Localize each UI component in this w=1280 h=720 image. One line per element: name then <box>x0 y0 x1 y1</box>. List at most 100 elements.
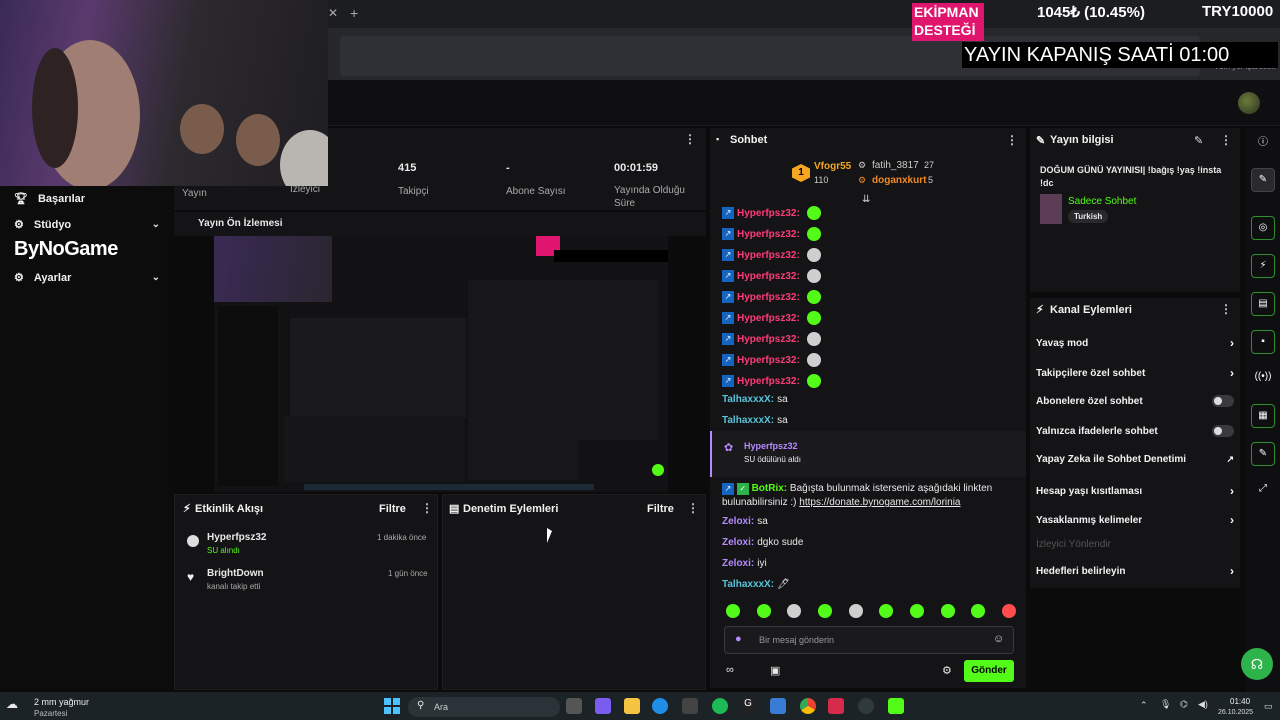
action-account-age[interactable]: Hesap yaşı kısıtlaması › <box>1036 484 1234 498</box>
more-icon[interactable]: ⋮ <box>1220 302 1232 316</box>
network-icon[interactable]: ⌬ <box>1180 699 1188 710</box>
action-subscribers-only[interactable]: Abonelere özel sohbet <box>1036 395 1234 407</box>
microphone-icon[interactable]: ● <box>735 633 742 645</box>
discord-icon[interactable] <box>595 698 611 714</box>
file-explorer-icon[interactable] <box>624 698 640 714</box>
support-icon[interactable]: ☊ <box>1241 648 1273 680</box>
moderation-filter-button[interactable]: Filtre <box>647 503 674 515</box>
stream-preview[interactable] <box>214 236 668 492</box>
chat-username[interactable]: Hyperfpsz32: <box>737 208 800 219</box>
avatar[interactable] <box>1238 92 1260 114</box>
chevron-right-icon: › <box>1230 366 1234 380</box>
points-icon[interactable]: ∞ <box>726 664 734 676</box>
store-icon[interactable]: ▣ <box>770 664 780 677</box>
activity-filter-button[interactable]: Filtre <box>379 503 406 515</box>
more-icon[interactable]: ⋮ <box>421 501 433 515</box>
more-icon[interactable]: ⋮ <box>1220 133 1232 147</box>
action-ai-moderation[interactable]: Yapay Zeka ile Sohbet Denetimi ↗ <box>1036 454 1234 465</box>
chat-username[interactable]: Zeloxi: <box>722 537 754 548</box>
spotify-icon[interactable] <box>712 698 728 714</box>
emote-icon[interactable] <box>1001 604 1016 618</box>
info-icon[interactable]: ⓘ <box>1251 132 1275 156</box>
chat-input[interactable]: ● Bir mesaj gönderin ☺ <box>724 626 1014 654</box>
chat-icon[interactable]: ▪ <box>1251 330 1275 354</box>
top-supporter-name[interactable]: Vfogr55 <box>814 161 851 172</box>
chat-username[interactable]: TalhaxxxX: <box>722 415 774 426</box>
send-button[interactable]: Gönder <box>964 660 1014 682</box>
app-icon[interactable]: G <box>740 698 756 714</box>
document-icon[interactable]: ▤ <box>1251 292 1275 316</box>
new-tab-icon[interactable]: + <box>350 5 358 21</box>
sidebar-item-achievements[interactable]: 🏆︎ Başarılar <box>14 192 160 206</box>
chat-username[interactable]: Hyperfpsz32: <box>737 376 800 387</box>
app-icon[interactable] <box>858 698 874 714</box>
kick-badge-icon: ↗ <box>722 270 734 282</box>
emotes-only-toggle[interactable] <box>1212 425 1234 437</box>
gear-icon[interactable]: ⚙︎ <box>942 664 952 677</box>
action-banned-words[interactable]: Yasaklanmış kelimeler › <box>1036 513 1234 527</box>
emote-icon[interactable] <box>756 604 771 618</box>
emote-icon[interactable] <box>971 604 986 618</box>
expand-icon[interactable]: ⤢ <box>1251 478 1275 502</box>
tab-close-icon[interactable]: ✕ <box>328 6 338 20</box>
emote-icon[interactable] <box>726 604 740 618</box>
edit-icon[interactable]: ✎ <box>1194 134 1203 147</box>
emote-icon[interactable] <box>848 604 863 618</box>
volume-icon[interactable]: ◀) <box>1198 699 1208 710</box>
chat-username[interactable]: Zeloxi: <box>722 516 754 527</box>
task-view-icon[interactable] <box>566 698 582 714</box>
chat-username[interactable]: Hyperfpsz32: <box>737 292 800 303</box>
clock-time[interactable]: 01:40 <box>1230 697 1250 706</box>
action-followers-only[interactable]: Takipçilere özel sohbet › <box>1036 366 1234 380</box>
reward-user[interactable]: Hyperfpsz32 <box>744 441 798 451</box>
chevron-up-icon[interactable]: ⌃ <box>1140 700 1148 711</box>
wrench-icon[interactable]: ✎ <box>1251 442 1275 466</box>
chat-username[interactable]: Hyperfpsz32: <box>737 334 800 345</box>
chat-username[interactable]: Hyperfpsz32: <box>737 250 800 261</box>
emote-icon[interactable] <box>817 604 832 618</box>
top-supporter-name[interactable]: doganxkurt <box>872 175 926 186</box>
store-icon[interactable] <box>682 698 698 714</box>
stream-category[interactable]: Sadece Sohbet <box>1068 196 1136 207</box>
subscribers-only-toggle[interactable] <box>1212 395 1234 407</box>
notification-icon[interactable]: ▭ <box>1264 701 1273 712</box>
app-icon[interactable] <box>828 698 844 714</box>
more-icon[interactable]: ⋮ <box>687 501 699 515</box>
donate-link[interactable]: https://donate.bynogame.com/lorinia <box>799 497 960 508</box>
chat-username[interactable]: Hyperfpsz32: <box>737 355 800 366</box>
app-icon[interactable] <box>770 698 786 714</box>
emoji-icon[interactable]: ☺ <box>993 633 1004 645</box>
top-supporter-name[interactable]: fatih_3817 <box>872 160 919 171</box>
chat-username[interactable]: Zeloxi: <box>722 558 754 569</box>
kick-app-icon[interactable] <box>888 698 904 714</box>
chrome-icon[interactable] <box>800 698 816 714</box>
emote-icon[interactable] <box>909 604 924 618</box>
emote-icon[interactable] <box>879 604 894 618</box>
emote-icon[interactable] <box>787 604 802 618</box>
pin-icon[interactable]: ⇊ <box>862 194 870 205</box>
more-icon[interactable]: ⋮ <box>1006 133 1018 147</box>
chat-username[interactable]: TalhaxxxX: <box>722 394 774 405</box>
edit-icon[interactable]: ✎ <box>1251 168 1275 192</box>
sidebar-item-settings[interactable]: ⚙︎ Ayarlar ⌄ <box>14 271 160 285</box>
layout-icon[interactable]: ▦ <box>1251 404 1275 428</box>
chat-username[interactable]: BotRix: <box>752 483 788 494</box>
clock-date[interactable]: 26.10.2025 <box>1218 709 1253 716</box>
taskbar-search[interactable]: ⚲ Ara <box>408 697 560 717</box>
more-icon[interactable]: ⋮ <box>684 132 696 146</box>
microphone-icon[interactable]: 🎙︎ <box>1160 699 1171 710</box>
capture-icon[interactable]: ◎ <box>1251 216 1275 240</box>
windows-start-icon[interactable] <box>384 698 400 714</box>
edge-icon[interactable] <box>652 698 668 714</box>
action-emotes-only[interactable]: Yalnızca ifadelerle sohbet <box>1036 425 1234 437</box>
action-goals[interactable]: Hedefleri belirleyin › <box>1036 564 1234 578</box>
chat-username[interactable]: Hyperfpsz32: <box>737 313 800 324</box>
sidebar-item-studio[interactable]: ⚙︎ Stüdyo ⌄ <box>14 218 160 232</box>
emote-icon[interactable] <box>940 604 955 618</box>
chat-username[interactable]: TalhaxxxX: <box>722 579 774 590</box>
chat-username[interactable]: Hyperfpsz32: <box>737 271 800 282</box>
broadcast-icon[interactable]: ((•)) <box>1251 366 1275 390</box>
action-slow-mode[interactable]: Yavaş mod › <box>1036 336 1234 350</box>
chat-username[interactable]: Hyperfpsz32: <box>737 229 800 240</box>
bolt-icon[interactable]: ⚡︎ <box>1251 254 1275 278</box>
